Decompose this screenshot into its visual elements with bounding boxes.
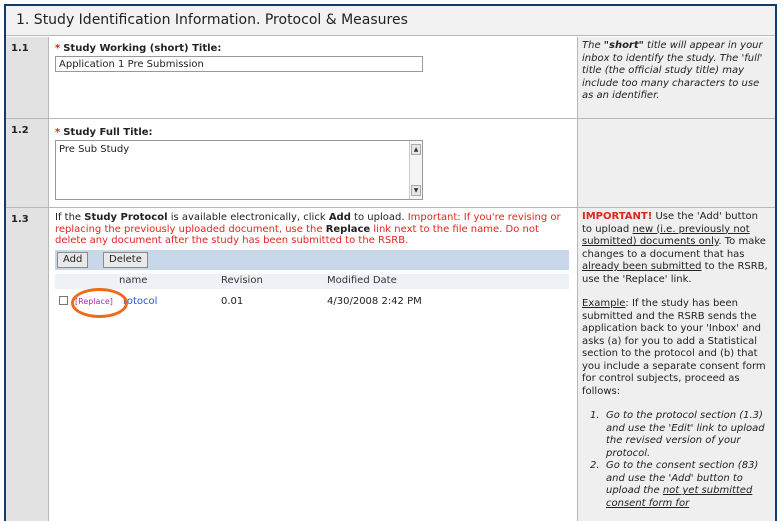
scroll-up-icon[interactable]: ▲ — [411, 144, 421, 155]
field-label: * Study Working (short) Title: — [55, 43, 221, 54]
help-text-bold: "short" — [603, 40, 644, 51]
label-text: Study Full Title: — [63, 127, 153, 138]
help-step: 1. Go to the protocol section (1.3) and u… — [582, 410, 771, 460]
example-text: : If the study has been submitted and th… — [582, 298, 766, 397]
row-number: 1.1 — [6, 37, 49, 118]
section-title: 1. Study Identification Information. Pro… — [6, 6, 775, 36]
field-label: * Study Full Title: — [55, 127, 153, 138]
scroll-down-icon[interactable]: ▼ — [411, 185, 421, 196]
help-steps: 1. Go to the protocol section (1.3) and u… — [582, 410, 771, 510]
help-text-part: The — [582, 40, 604, 51]
label-text: Study Working (short) Title: — [63, 43, 222, 54]
help-text-protocol: IMPORTANT! Use the 'Add' button to uploa… — [578, 208, 775, 521]
help-step: 2. Go to the consent section (83) and use… — [582, 460, 771, 510]
instruction-part: If the — [55, 212, 85, 223]
row-content: * Study Working (short) Title: Applicatio… — [49, 37, 578, 118]
help-example: Example: If the study has been submitted… — [582, 298, 771, 398]
column-header-revision: Revision — [221, 275, 263, 286]
upload-instructions: If the Study Protocol is available elect… — [55, 212, 570, 247]
row-number: 1.3 — [6, 208, 49, 521]
required-mark: * — [55, 43, 61, 54]
example-label: Example — [582, 298, 626, 309]
document-toolbar: Add Delete — [55, 250, 569, 270]
important-label: IMPORTANT! — [582, 211, 653, 222]
study-full-title-textarea[interactable]: Pre Sub Study ▲ ▼ — [55, 140, 423, 200]
help-text-empty — [578, 119, 775, 207]
column-header-name: name — [119, 275, 148, 286]
help-important: IMPORTANT! Use the 'Add' button to uploa… — [582, 211, 771, 286]
study-working-title-input[interactable]: Application 1 Pre Submission — [55, 56, 423, 72]
instruction-part: to upload. — [350, 212, 408, 223]
row-content: * Study Full Title: Pre Sub Study ▲ ▼ — [49, 119, 578, 207]
add-button[interactable]: Add — [57, 252, 89, 268]
instruction-part: is available electronically, click — [167, 212, 329, 223]
form-frame: 1. Study Identification Information. Pro… — [4, 4, 777, 521]
help-text: The "short" title will appear in your in… — [578, 37, 775, 118]
instruction-bold: Study Protocol — [84, 212, 168, 223]
step-number: 1. — [590, 410, 600, 421]
document-select-checkbox[interactable] — [59, 296, 68, 305]
protocol-document-link[interactable]: rotocol — [123, 296, 157, 307]
document-revision: 0.01 — [221, 296, 244, 307]
instruction-bold: Add — [328, 212, 351, 223]
document-modified-date: 4/30/2008 2:42 PM — [327, 296, 422, 307]
help-underline: already been submitted — [582, 261, 702, 272]
instruction-bold: Replace — [325, 223, 371, 235]
step-text: Go to the protocol section (1.3) and use… — [606, 410, 765, 459]
highlight-circle — [71, 288, 128, 318]
step-number: 2. — [590, 460, 600, 471]
row-study-full-title: 1.2 * Study Full Title: Pre Sub Study ▲ ▼ — [6, 119, 775, 207]
row-study-protocol: 1.3 If the Study Protocol is available e… — [6, 208, 775, 521]
textarea-scrollbar[interactable]: ▲ ▼ — [409, 141, 422, 199]
delete-button[interactable]: Delete — [103, 252, 148, 268]
row-study-working-title: 1.1 * Study Working (short) Title: Applic… — [6, 37, 775, 118]
column-header-modified: Modified Date — [327, 275, 397, 286]
row-content: If the Study Protocol is available elect… — [49, 208, 578, 521]
row-number: 1.2 — [6, 119, 49, 207]
textarea-value: Pre Sub Study — [59, 144, 130, 155]
required-mark: * — [55, 127, 61, 138]
